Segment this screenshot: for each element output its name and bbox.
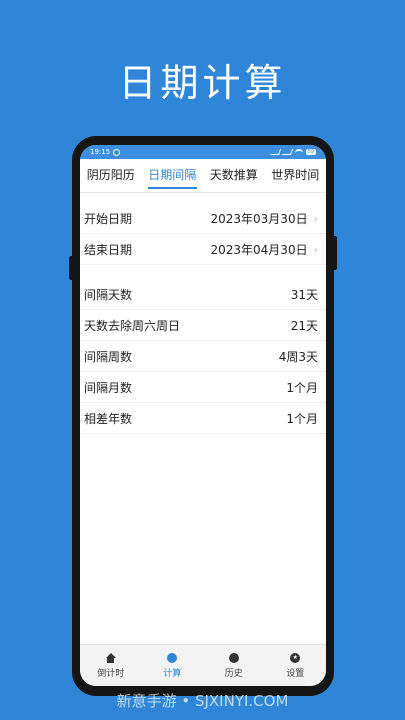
result-value: 4周3天 [278, 349, 318, 364]
wifi-icon [294, 149, 303, 155]
nav-label: 倒计时 [97, 668, 125, 679]
result-row: 间隔天数 31天 [80, 279, 326, 310]
result-label: 相差年数 [84, 411, 133, 426]
compass-icon [167, 652, 178, 663]
signal-icon-2 [281, 149, 293, 155]
alarm-icon [113, 148, 121, 156]
start-date-row[interactable]: 开始日期 2023年03月30日 › [80, 203, 326, 234]
bottom-nav: 倒计时 计算 历史 ★ 设置 [80, 644, 326, 686]
start-date-value: 2023年03月30日 [210, 211, 308, 226]
nav-label: 计算 [163, 668, 182, 679]
battery-icon: 59 [305, 149, 316, 155]
result-value: 1个月 [286, 411, 318, 426]
chevron-right-icon: › [313, 242, 318, 256]
aperture-icon [228, 652, 239, 663]
result-label: 天数去除周六周日 [84, 318, 181, 333]
tab-date-interval[interactable]: 日期间隔 [142, 159, 204, 193]
page-headline: 日期计算 [118, 61, 287, 105]
phone-frame: 19:15 59 阴历阳历 日期间隔 天数推算 世界时间 开始日期 2023年0… [69, 136, 337, 696]
nav-label: 历史 [224, 668, 243, 679]
signal-icon [269, 149, 281, 155]
nav-history[interactable]: 历史 [203, 645, 265, 686]
result-row: 间隔周数 4周3天 [80, 341, 326, 372]
tab-world-time[interactable]: 世界时间 [265, 159, 327, 193]
end-date-value: 2023年04月30日 [210, 242, 308, 257]
result-value: 21天 [290, 318, 318, 333]
tab-lunar-solar[interactable]: 阴历阳历 [80, 159, 142, 193]
result-label: 间隔天数 [84, 287, 133, 302]
status-bar: 19:15 59 [80, 145, 326, 159]
result-value: 1个月 [286, 380, 318, 395]
result-row: 间隔月数 1个月 [80, 372, 326, 403]
result-row: 天数去除周六周日 21天 [80, 310, 326, 341]
end-date-row[interactable]: 结束日期 2023年04月30日 › [80, 234, 326, 265]
star-icon: ★ [290, 652, 301, 663]
end-date-label: 结束日期 [84, 242, 133, 257]
watermark: 新意手游 • SJXINYI.COM [116, 692, 289, 710]
nav-countdown[interactable]: 倒计时 [80, 645, 142, 686]
chevron-right-icon: › [313, 211, 318, 225]
volume-button [333, 236, 337, 270]
result-row: 相差年数 1个月 [80, 403, 326, 434]
home-icon [105, 652, 116, 663]
power-button [69, 256, 73, 280]
status-time: 19:15 [90, 148, 111, 156]
result-value: 31天 [290, 287, 318, 302]
result-label: 间隔周数 [84, 349, 133, 364]
nav-label: 设置 [286, 668, 305, 679]
nav-calculate[interactable]: 计算 [142, 645, 204, 686]
nav-settings[interactable]: ★ 设置 [265, 645, 327, 686]
tab-bar: 阴历阳历 日期间隔 天数推算 世界时间 [80, 159, 326, 193]
result-label: 间隔月数 [84, 380, 133, 395]
start-date-label: 开始日期 [84, 211, 133, 226]
tab-days-calc[interactable]: 天数推算 [203, 159, 265, 193]
phone-screen: 19:15 59 阴历阳历 日期间隔 天数推算 世界时间 开始日期 2023年0… [80, 145, 326, 686]
